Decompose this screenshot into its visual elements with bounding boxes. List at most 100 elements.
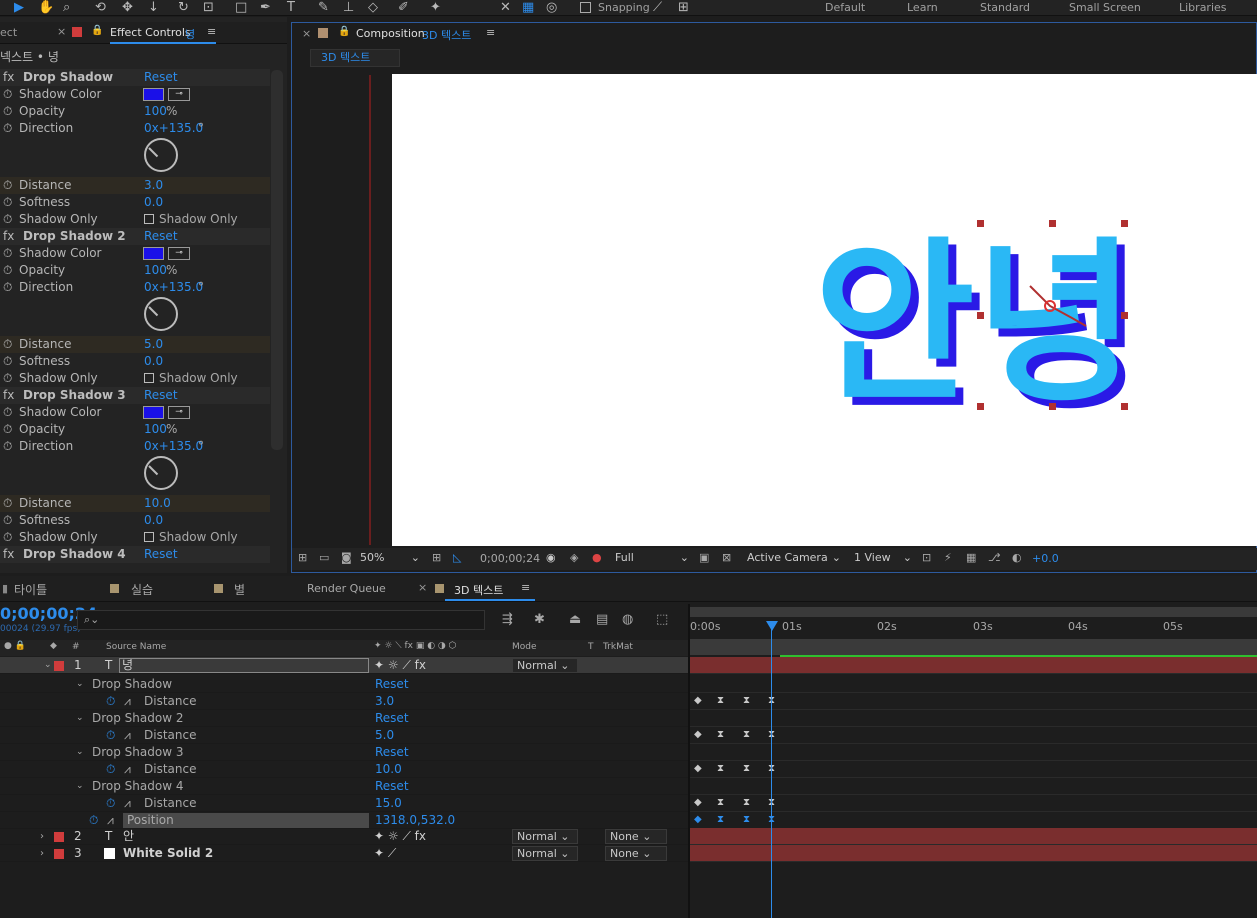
opacity-value[interactable]: 100 (144, 103, 167, 120)
keyframe[interactable]: ⧗ (743, 764, 750, 774)
tab-3d-text[interactable]: 3D 텍스트 (454, 582, 503, 598)
mode-select[interactable]: Normal ⌄ (512, 829, 578, 844)
layer-duration-bar[interactable] (690, 845, 1257, 862)
layer-name-field[interactable]: 녕 (119, 658, 369, 673)
roto-brush-icon[interactable]: ✐ (398, 0, 409, 15)
tab-composition-label[interactable]: Composition (356, 27, 425, 40)
effect-header[interactable]: fx Drop Shadow Reset (0, 69, 270, 86)
keyframe[interactable]: ⧗ (717, 730, 724, 740)
frame-blending-icon[interactable]: ▤ (596, 612, 608, 627)
direction-value[interactable]: 0x+135.0 (144, 279, 203, 296)
workspace-standard[interactable]: Standard (980, 0, 1030, 15)
stopwatch-icon[interactable]: ⏱ (3, 512, 12, 529)
property-row[interactable]: ⏱ ⩘ Distance 5.0 (0, 727, 688, 744)
panel-menu-icon[interactable]: ≡ (207, 25, 216, 38)
effect-header[interactable]: fx Drop Shadow 2 Reset (0, 228, 270, 245)
rotate-tool-icon[interactable]: ↻ (178, 0, 189, 15)
transparency-grid-icon[interactable]: ⊠ (722, 551, 731, 564)
direction-value[interactable]: 0x+135.0 (144, 438, 203, 455)
distance-value[interactable]: 3.0 (144, 177, 163, 194)
close-icon[interactable]: × (302, 27, 311, 40)
property-row[interactable]: ⏱ ⩘ Distance 10.0 (0, 761, 688, 778)
playhead-handle-icon[interactable] (766, 621, 778, 631)
fx-icon[interactable]: fx (3, 69, 14, 86)
stopwatch-icon[interactable]: ⏱ (3, 370, 12, 387)
motion-blur-icon[interactable]: ◍ (622, 612, 633, 627)
trkmat-header[interactable]: TrkMat (603, 642, 633, 652)
mode-select[interactable]: Normal ⌄ (512, 846, 578, 861)
timeline-search-input[interactable]: ⌕⌄ (77, 610, 485, 630)
effect-header[interactable]: fx Drop Shadow 4 Reset (0, 546, 270, 563)
t-header[interactable]: T (588, 642, 594, 652)
lock-icon[interactable]: 🔒 (338, 26, 350, 37)
twirl-closed-icon[interactable]: › (40, 845, 44, 862)
tab-composition-name[interactable]: 3D 텍스트 (422, 27, 471, 43)
show-snapshot-icon[interactable]: ◈ (570, 551, 578, 564)
property-value[interactable]: 10.0 (375, 761, 402, 778)
scrollbar[interactable] (271, 70, 283, 450)
stopwatch-icon[interactable]: ⏱ (3, 438, 12, 455)
stopwatch-icon[interactable]: ⏱ (3, 177, 12, 194)
eraser-tool-icon[interactable]: ◇ (368, 0, 378, 15)
shadow-only-checkbox[interactable]: Shadow Only (144, 211, 238, 228)
property-value[interactable]: 5.0 (375, 727, 394, 744)
stopwatch-icon[interactable]: ⏱ (3, 245, 12, 262)
fast-previews-icon[interactable]: ⚡ (944, 551, 952, 564)
dolly-tool-icon[interactable]: ↓ (148, 0, 159, 15)
snapping-checkbox[interactable] (580, 2, 591, 13)
reset-link[interactable]: Reset (144, 69, 178, 86)
tab-star[interactable]: 별 (234, 581, 245, 598)
close-icon[interactable]: × (418, 581, 427, 594)
rectangle-tool-icon[interactable]: □ (235, 0, 247, 15)
opacity-value[interactable]: 100 (144, 262, 167, 279)
layer-name[interactable]: White Solid 2 (123, 845, 213, 862)
property-value[interactable]: 3.0 (375, 693, 394, 710)
workspace-small-screen[interactable]: Small Screen (1069, 0, 1141, 15)
work-area-bar[interactable] (690, 607, 1257, 617)
exposure-value[interactable]: +0.0 (1032, 552, 1059, 565)
camera-select[interactable]: Active Camera ⌄ (747, 551, 843, 567)
layer-row[interactable]: › 3 White Solid 2 ✦ ⟋ Normal ⌄ None ⌄ (0, 845, 688, 862)
panel-menu-icon[interactable]: ≡ (486, 26, 495, 39)
property-name[interactable]: Position (123, 813, 369, 828)
property-row[interactable]: ⌄ Drop Shadow 4 Reset (0, 778, 688, 795)
distance-value[interactable]: 5.0 (144, 336, 163, 353)
softness-value[interactable]: 0.0 (144, 194, 163, 211)
graph-icon[interactable]: ⩘ (107, 812, 114, 829)
layer-row[interactable]: › 2 T 안 ✦ ☼ ⟋ fx Normal ⌄ None ⌄ (0, 828, 688, 845)
grid-icon[interactable]: ⊞ (432, 551, 441, 564)
softness-value[interactable]: 0.0 (144, 512, 163, 529)
graph-icon[interactable]: ⩘ (124, 727, 131, 744)
view-layout-select[interactable]: 1 View ⌄ (854, 551, 914, 567)
property-row[interactable]: ⏱ ⩘ Position 1318.0,532.0 (0, 812, 688, 829)
reset-link[interactable]: Reset (144, 546, 178, 563)
keyframe[interactable]: ⧗ (743, 696, 750, 706)
layer-name[interactable]: 안 (123, 828, 134, 845)
property-row[interactable]: ⏱ ⩘ Distance 3.0 (0, 693, 688, 710)
property-value[interactable]: 1318.0,532.0 (375, 812, 455, 829)
shy-layers-icon[interactable]: ⏏ (569, 612, 581, 627)
axis-view-icon[interactable]: ◎ (546, 0, 557, 15)
twirl-closed-icon[interactable]: › (40, 828, 44, 845)
pen-tool-icon[interactable]: ✒ (260, 0, 271, 15)
tab-title[interactable]: 타이틀 (14, 581, 47, 598)
color-swatch[interactable] (143, 88, 164, 101)
keyframe[interactable]: ◆ (694, 815, 702, 825)
stopwatch-icon[interactable]: ⏱ (89, 812, 98, 829)
playhead-line[interactable] (771, 622, 772, 918)
navigator-bar[interactable] (690, 639, 1257, 655)
keyframe[interactable]: ⧗ (717, 798, 724, 808)
axis-world-icon[interactable]: ▦ (522, 0, 534, 15)
fx-icon[interactable]: fx (3, 228, 14, 245)
source-name-header[interactable]: Source Name (106, 642, 166, 652)
keyframe[interactable]: ⧗ (717, 764, 724, 774)
stopwatch-icon[interactable]: ⏱ (3, 103, 12, 120)
fx-icon[interactable]: fx (3, 546, 14, 563)
keyframe[interactable]: ⧗ (717, 696, 724, 706)
orbit-tool-icon[interactable]: ⟲ (95, 0, 106, 15)
brush-tool-icon[interactable]: ✎ (318, 0, 329, 15)
puppet-tool-icon[interactable]: ✦ (430, 0, 441, 15)
property-value[interactable]: 15.0 (375, 795, 402, 812)
direction-dial[interactable] (144, 297, 178, 331)
timeline-icon[interactable]: ▦ (966, 551, 976, 564)
